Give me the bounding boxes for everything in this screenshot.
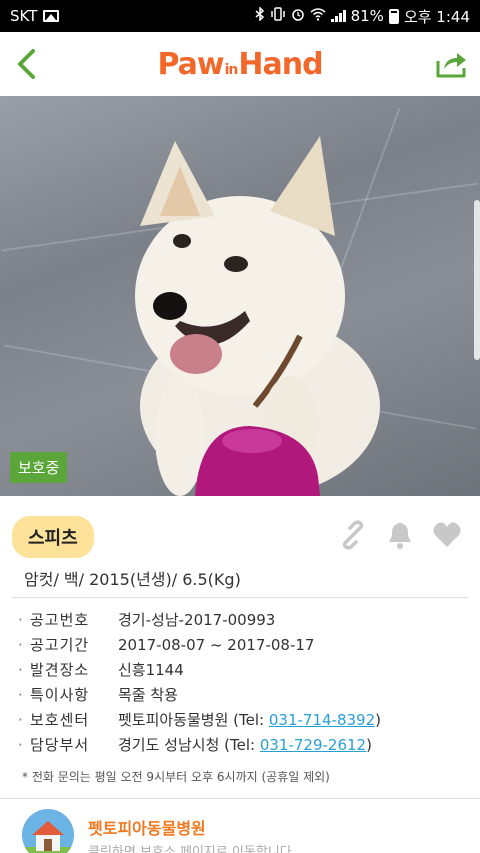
info-label: 담당부서: [30, 736, 90, 754]
paren-close: ): [366, 736, 372, 754]
share-icon: [436, 53, 466, 78]
battery-icon: [388, 8, 399, 24]
carrier-label: SKT: [10, 7, 38, 25]
shelter-info: 펫토피아동물병원 (Tel: 031-714-8392): [118, 709, 381, 730]
notice-period: 2017-08-07 ~ 2017-08-17: [118, 635, 315, 654]
alarm-icon: [291, 7, 305, 25]
info-row-department: · 담당부서 경기도 성남시청 (Tel: 031-729-2612): [18, 734, 372, 755]
contact-note: * 전화 문의는 평일 오전 9시부터 오후 6시까지 (공휴일 제외): [22, 770, 330, 784]
favorite-button[interactable]: [432, 521, 462, 553]
chevron-left-icon: [18, 49, 35, 79]
info-row-special-notes: · 특이사항 목줄 착용: [18, 685, 178, 705]
battery-percent: 81%: [350, 7, 384, 25]
dog-image: [135, 136, 380, 496]
info-label: 공고기간: [30, 636, 90, 654]
share-button[interactable]: [432, 46, 472, 82]
animal-photo: 보호중: [0, 96, 480, 496]
status-bar: SKT 81% 오후 1:44: [0, 0, 480, 32]
logo-text-hand: Hand: [238, 46, 323, 82]
shelter-name: 펫토피아동물병원 (Tel:: [118, 711, 269, 729]
bell-icon: [389, 523, 411, 549]
back-button[interactable]: [8, 46, 44, 82]
info-list: · 공고번호 경기-성남-2017-00993 · 공고기간 2017-08-0…: [18, 607, 468, 757]
info-row-shelter: · 보호센터 펫토피아동물병원 (Tel: 031-714-8392): [18, 709, 381, 730]
info-row-notice-number: · 공고번호 경기-성남-2017-00993: [18, 610, 276, 630]
bluetooth-icon: [255, 6, 265, 25]
info-row-found-location: · 발견장소 신흥1144: [18, 660, 184, 680]
department-phone-link[interactable]: 031-729-2612: [260, 736, 366, 754]
paren-close: ): [375, 711, 381, 729]
vibrate-icon: [270, 7, 286, 25]
heart-icon: [433, 522, 461, 547]
logo-text-paw: Paw: [157, 46, 224, 82]
shelter-card[interactable]: 펫토피아동물병원 클릭하면 보호소 페이지로 이동합니다: [0, 798, 480, 853]
animal-summary: 암컷/ 백/ 2015(년생)/ 6.5(Kg): [24, 570, 241, 589]
shelter-phone-link[interactable]: 031-714-8392: [269, 711, 375, 729]
found-location: 신흥1144: [118, 661, 184, 679]
link-icon: [342, 520, 364, 550]
info-label: 공고번호: [30, 611, 90, 629]
signal-icon: [330, 10, 346, 22]
link-button[interactable]: [338, 520, 368, 554]
status-badge: 보호중: [10, 452, 68, 483]
special-notes: 목줄 착용: [118, 686, 178, 704]
scroll-handle[interactable]: [474, 200, 480, 360]
shelter-card-name: 펫토피아동물병원: [88, 819, 206, 838]
logo-text-in: in: [224, 61, 239, 78]
wifi-icon: [310, 7, 326, 25]
clock: 오후 1:44: [403, 7, 470, 26]
info-row-notice-period: · 공고기간 2017-08-07 ~ 2017-08-17: [18, 635, 315, 655]
department-name: 경기도 성남시청 (Tel:: [118, 736, 260, 754]
department-info: 경기도 성남시청 (Tel: 031-729-2612): [118, 734, 372, 755]
action-icons: [338, 520, 462, 554]
breed-badge: 스피츠: [12, 516, 94, 558]
app-logo: Paw in Hand: [157, 46, 323, 82]
app-header: Paw in Hand: [0, 32, 480, 96]
info-label: 보호센터: [30, 711, 90, 729]
info-label: 특이사항: [30, 686, 90, 704]
gallery-notification-icon: [43, 10, 60, 22]
notification-button[interactable]: [386, 520, 414, 554]
notice-number: 경기-성남-2017-00993: [118, 611, 276, 629]
house-icon: [22, 809, 74, 853]
info-label: 발견장소: [30, 661, 90, 679]
shelter-card-subtitle: 클릭하면 보호소 페이지로 이동합니다: [88, 845, 292, 853]
divider: [12, 597, 468, 598]
